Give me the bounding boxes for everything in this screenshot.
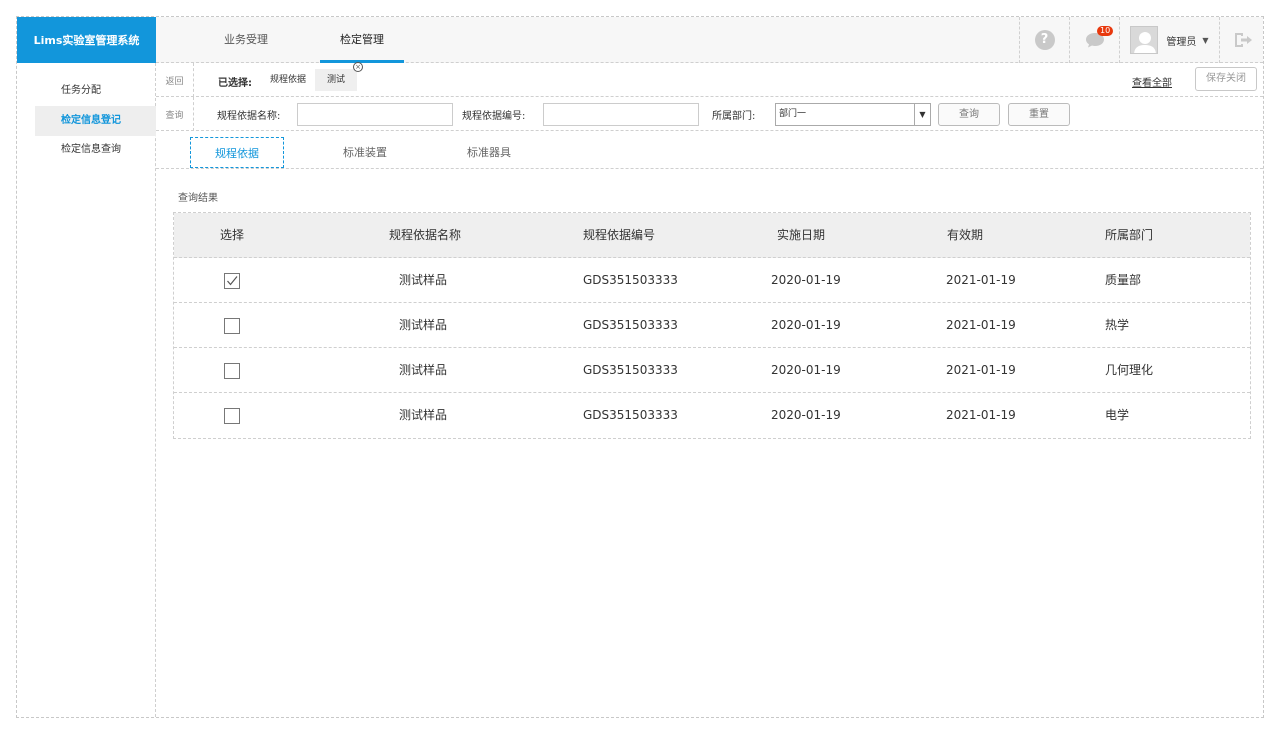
cell-start-date: 2020-01-19 bbox=[771, 363, 841, 377]
query-bar: 查询 规程依据名称: 规程依据编号: 所属部门: 部门一 ▼ 查询 重置 bbox=[156, 97, 1263, 131]
cell-valid-date: 2021-01-19 bbox=[946, 318, 1016, 332]
results-table: 选择 规程依据名称 规程依据编号 实施日期 有效期 所属部门 测试样品 GDS3… bbox=[173, 212, 1251, 439]
sidebar-item-verification-query[interactable]: 检定信息查询 bbox=[35, 135, 156, 165]
top-header: 业务受理 检定管理 ? 10 管理员 ▼ bbox=[156, 17, 1263, 63]
table-row: 测试样品 GDS351503333 2020-01-19 2021-01-19 … bbox=[174, 393, 1250, 438]
sidebar-item-verification-register[interactable]: 检定信息登记 bbox=[35, 106, 156, 136]
code-label: 规程依据编号: bbox=[462, 111, 526, 122]
back-link[interactable]: 返回 bbox=[156, 63, 194, 97]
nav-tab-verification[interactable]: 检定管理 bbox=[320, 17, 404, 63]
selected-chip-label: 测试 bbox=[327, 75, 346, 85]
query-row-label: 查询 bbox=[156, 97, 194, 131]
dept-select[interactable]: 部门一 ▼ bbox=[775, 103, 931, 126]
notification-badge: 10 bbox=[1097, 26, 1114, 36]
result-title: 查询结果 bbox=[178, 193, 218, 204]
messages-button[interactable]: 10 bbox=[1069, 17, 1119, 63]
help-button[interactable]: ? bbox=[1019, 17, 1069, 63]
sidebar-item-task-assign[interactable]: 任务分配 bbox=[35, 76, 156, 106]
close-icon[interactable]: × bbox=[353, 62, 364, 72]
help-icon: ? bbox=[1034, 30, 1055, 50]
column-header: 规程依据名称 bbox=[389, 228, 462, 242]
reset-button[interactable]: 重置 bbox=[1008, 103, 1070, 126]
view-all-link[interactable]: 查看全部 bbox=[1132, 74, 1172, 89]
cell-dept: 热学 bbox=[1105, 318, 1130, 332]
cell-valid-date: 2021-01-19 bbox=[946, 273, 1016, 287]
cell-dept: 质量部 bbox=[1105, 273, 1142, 287]
column-header: 有效期 bbox=[947, 228, 984, 242]
cell-dept: 电学 bbox=[1105, 408, 1130, 422]
row-checkbox[interactable] bbox=[224, 318, 240, 334]
row-checkbox[interactable] bbox=[224, 363, 240, 379]
column-header: 规程依据编号 bbox=[583, 228, 656, 242]
sub-tabs: 规程依据 标准装置 标准器具 bbox=[156, 133, 1263, 169]
app-frame: Lims实验室管理系统 业务受理 检定管理 ? 10 管理员 ▼ 任务分配 检定… bbox=[16, 16, 1264, 718]
name-label: 规程依据名称: bbox=[217, 111, 281, 122]
app-logo: Lims实验室管理系统 bbox=[17, 17, 156, 63]
column-header: 所属部门 bbox=[1105, 228, 1154, 242]
cell-name: 测试样品 bbox=[399, 318, 448, 332]
column-header: 实施日期 bbox=[777, 228, 826, 242]
row-checkbox[interactable] bbox=[224, 408, 240, 424]
user-name: 管理员 bbox=[1166, 36, 1197, 48]
cell-valid-date: 2021-01-19 bbox=[946, 363, 1016, 377]
cell-dept: 几何理化 bbox=[1105, 363, 1154, 377]
dept-label: 所属部门: bbox=[712, 111, 756, 122]
row-checkbox[interactable] bbox=[224, 273, 240, 289]
selected-title: 已选择: bbox=[218, 78, 252, 89]
save-close-button[interactable]: 保存关闭 bbox=[1195, 67, 1257, 91]
tab-standard-device[interactable]: 标准装置 bbox=[318, 137, 412, 168]
code-input[interactable] bbox=[543, 103, 699, 126]
cell-start-date: 2020-01-19 bbox=[771, 408, 841, 422]
name-input[interactable] bbox=[297, 103, 453, 126]
table-header: 选择 规程依据名称 规程依据编号 实施日期 有效期 所属部门 bbox=[174, 213, 1250, 258]
logout-icon bbox=[1234, 33, 1252, 47]
cell-code: GDS351503333 bbox=[583, 363, 678, 377]
cell-valid-date: 2021-01-19 bbox=[946, 408, 1016, 422]
cell-code: GDS351503333 bbox=[583, 273, 678, 287]
avatar bbox=[1130, 26, 1159, 54]
check-icon bbox=[227, 276, 238, 286]
sidebar: 任务分配 检定信息登记 检定信息查询 bbox=[17, 63, 156, 717]
selected-chip-removable: 测试 × bbox=[315, 62, 364, 91]
query-button[interactable]: 查询 bbox=[938, 103, 1000, 126]
cell-start-date: 2020-01-19 bbox=[771, 273, 841, 287]
table-row: 测试样品 GDS351503333 2020-01-19 2021-01-19 … bbox=[174, 348, 1250, 393]
chevron-down-icon: ▼ bbox=[1202, 35, 1209, 45]
tab-standard-instrument[interactable]: 标准器具 bbox=[442, 137, 536, 168]
selected-chip: 规程依据 bbox=[270, 75, 307, 85]
cell-start-date: 2020-01-19 bbox=[771, 318, 841, 332]
column-header: 选择 bbox=[220, 228, 245, 242]
nav-tab-business[interactable]: 业务受理 bbox=[206, 17, 286, 63]
cell-code: GDS351503333 bbox=[583, 408, 678, 422]
tab-regulation-basis[interactable]: 规程依据 bbox=[190, 137, 284, 168]
table-row: 测试样品 GDS351503333 2020-01-19 2021-01-19 … bbox=[174, 303, 1250, 348]
cell-name: 测试样品 bbox=[399, 408, 448, 422]
table-row: 测试样品 GDS351503333 2020-01-19 2021-01-19 … bbox=[174, 258, 1250, 303]
cell-name: 测试样品 bbox=[399, 273, 448, 287]
dept-select-value: 部门一 bbox=[779, 109, 807, 119]
chevron-down-icon: ▼ bbox=[914, 104, 930, 125]
cell-name: 测试样品 bbox=[399, 363, 448, 377]
user-menu[interactable]: 管理员 ▼ bbox=[1119, 17, 1219, 63]
cell-code: GDS351503333 bbox=[583, 318, 678, 332]
logout-button[interactable] bbox=[1219, 17, 1265, 63]
selection-bar: 返回 已选择: 规程依据 测试 × 查看全部 保存关闭 bbox=[156, 62, 1263, 97]
